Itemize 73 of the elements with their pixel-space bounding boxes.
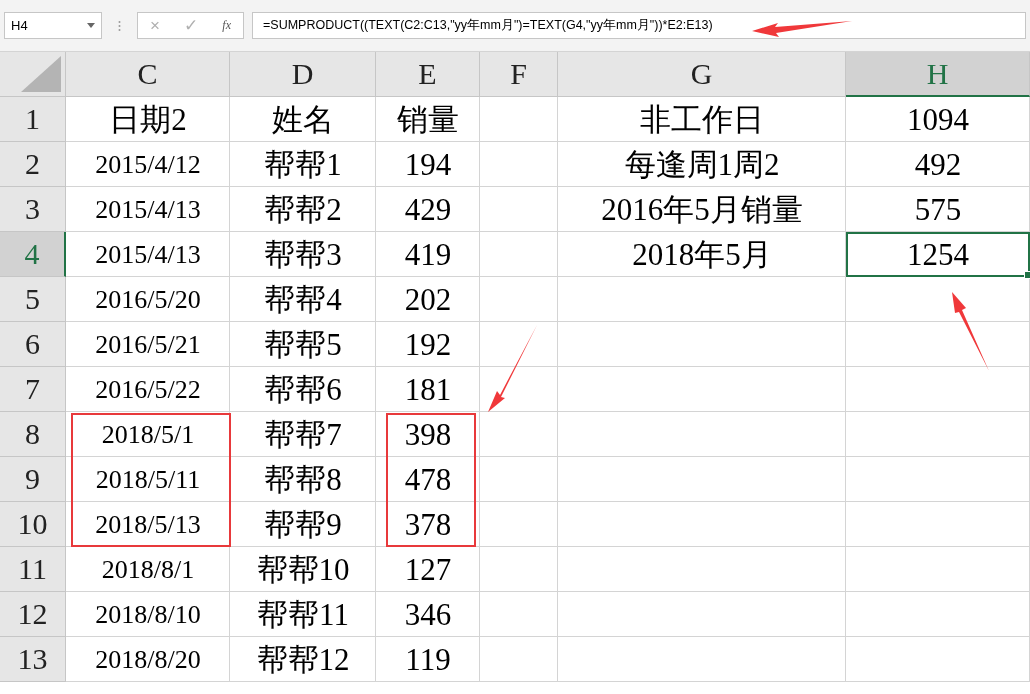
table-cell-text: 2016/5/22 <box>94 373 202 406</box>
dropdown-caret-icon <box>87 23 95 28</box>
table-cell-text: 2016年5月销量 <box>600 190 804 229</box>
column-header[interactable]: D <box>230 52 376 97</box>
table-cell-text: 429 <box>403 190 453 229</box>
row-header[interactable]: 7 <box>0 367 66 412</box>
row-header[interactable]: 2 <box>0 142 66 187</box>
table-cell-text: 销量 <box>396 100 460 139</box>
table-cell-text: 192 <box>403 325 453 364</box>
table-cell-text: 帮帮3 <box>263 235 343 274</box>
row-header[interactable]: 5 <box>0 277 66 322</box>
table-cell-text: 帮帮1 <box>263 145 343 184</box>
row-header[interactable]: 11 <box>0 547 66 592</box>
table-cell-text: 每逢周1周2 <box>623 145 781 184</box>
table-cell-text: 2018/8/20 <box>94 643 202 676</box>
table-cell-text: 帮帮5 <box>263 325 343 364</box>
column-header[interactable]: E <box>376 52 480 97</box>
table-cell-text: 2015/4/13 <box>94 238 202 271</box>
table-cell-text: 346 <box>403 595 453 634</box>
name-box[interactable]: H4 <box>4 12 102 39</box>
table-cell-text: 127 <box>403 550 453 589</box>
row-header[interactable]: 12 <box>0 592 66 637</box>
table-cell-text: 姓名 <box>271 100 335 139</box>
active-cell[interactable]: 1254 <box>846 232 1030 277</box>
table-cell-text: 2018/5/1 <box>100 418 196 451</box>
table-cell-text: 378 <box>403 505 453 544</box>
table-cell-text: 帮帮4 <box>263 280 343 319</box>
table-cell-text: 181 <box>403 370 453 409</box>
table-cell-text: 202 <box>403 280 453 319</box>
table-cell-text: 2015/4/13 <box>94 193 202 226</box>
row-header[interactable]: 13 <box>0 637 66 682</box>
table-cell-text: 478 <box>403 460 453 499</box>
table-cell-text: 帮帮8 <box>263 460 343 499</box>
table-cell-text: 2018/5/13 <box>94 508 202 541</box>
column-header[interactable]: G <box>558 52 846 97</box>
formula-field[interactable]: =SUMPRODUCT((TEXT(C2:C13,"yy年mm月")=TEXT(G4,"yy年mm月"))*E2:E13) <box>252 12 1026 39</box>
table-cell-text: 119 <box>404 640 452 679</box>
row-header[interactable]: 4 <box>0 232 66 277</box>
row-header[interactable]: 1 <box>0 97 66 142</box>
table-cell-text: 1094 <box>906 100 970 139</box>
row-header[interactable]: 9 <box>0 457 66 502</box>
table-cell-text: 2015/4/12 <box>94 148 202 181</box>
table-cell-text: 帮帮6 <box>263 370 343 409</box>
table-cell-text: 2018年5月 <box>631 235 773 274</box>
row-header[interactable]: 6 <box>0 322 66 367</box>
row-header[interactable]: 10 <box>0 502 66 547</box>
table-cell-text: 日期2 <box>108 100 188 139</box>
insert-function-button[interactable]: fx <box>218 18 235 33</box>
table-cell-text: 帮帮11 <box>256 595 350 634</box>
table-cell-text: 492 <box>913 145 963 184</box>
table-cell-text: 帮帮9 <box>263 505 343 544</box>
table-cell-text: 2018/8/1 <box>100 553 196 586</box>
row-header[interactable]: 8 <box>0 412 66 457</box>
table-cell-text: 398 <box>403 415 453 454</box>
column-header[interactable]: F <box>480 52 558 97</box>
table-cell-text: 帮帮7 <box>263 415 343 454</box>
table-cell-text: 575 <box>913 190 963 229</box>
table-cell-text: 419 <box>403 235 453 274</box>
table-cell-text: 帮帮12 <box>255 640 351 679</box>
table-cell-text: 2016/5/20 <box>94 283 202 316</box>
table-cell-text: 帮帮10 <box>255 550 351 589</box>
column-header[interactable]: H <box>846 52 1030 97</box>
table-cell-text: 2016/5/21 <box>94 328 202 361</box>
more-options-icon[interactable] <box>118 19 121 32</box>
select-all-button[interactable] <box>0 52 66 97</box>
fill-handle[interactable] <box>1024 271 1030 279</box>
table-cell-text: 非工作日 <box>639 100 765 139</box>
table-cell-text: 194 <box>403 145 453 184</box>
table-cell-text: 2018/5/11 <box>94 463 202 496</box>
row-header[interactable]: 3 <box>0 187 66 232</box>
table-cell-text: 2018/8/10 <box>94 598 202 631</box>
table-cell-text: 帮帮2 <box>263 190 343 229</box>
column-header[interactable]: C <box>66 52 230 97</box>
